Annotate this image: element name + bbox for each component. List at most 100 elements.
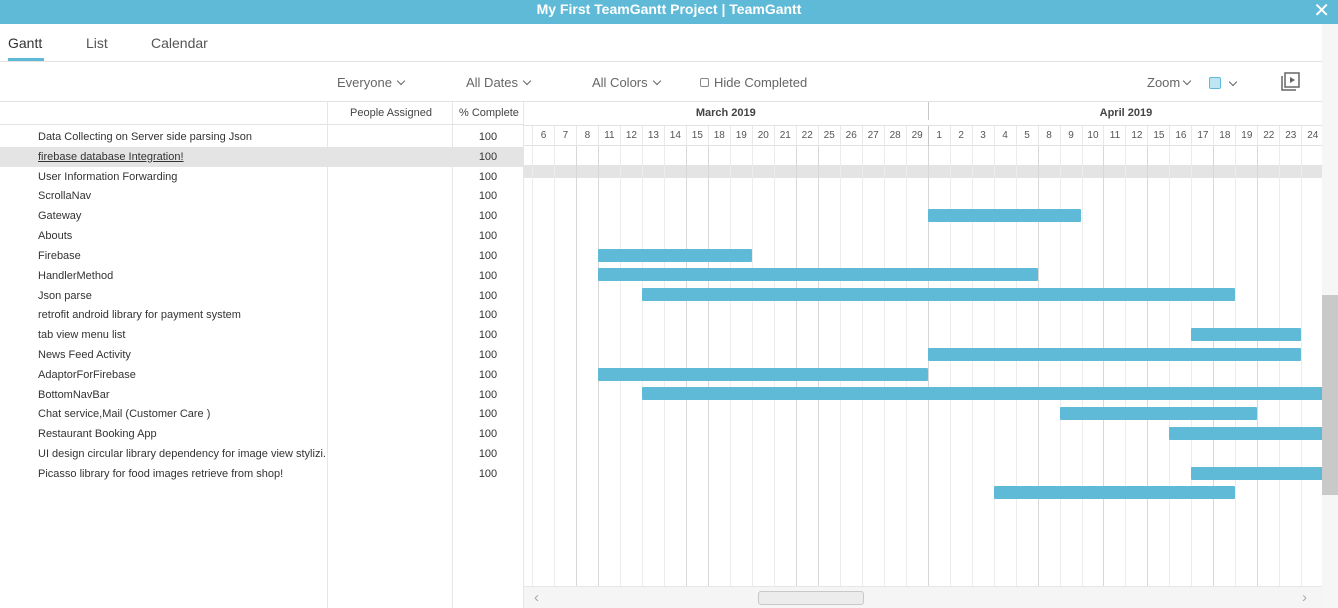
task-bar[interactable] (1191, 327, 1302, 341)
task-bar[interactable] (927, 208, 1082, 222)
task-bar[interactable] (993, 486, 1236, 500)
task-row[interactable]: News Feed Activity 100 (0, 345, 524, 365)
grid-line (729, 146, 731, 586)
people-filter[interactable]: Everyone (337, 75, 406, 90)
chevron-down-icon (522, 76, 532, 86)
tab-calendar[interactable]: Calendar (151, 35, 208, 51)
task-name[interactable]: Picasso library for food images retrieve… (38, 468, 326, 480)
day-label: 18 (707, 126, 730, 146)
task-bar[interactable] (1191, 466, 1322, 480)
task-row[interactable]: HandlerMethod 100 (0, 266, 524, 286)
color-dropdown[interactable] (1228, 76, 1238, 91)
task-bar[interactable] (1059, 407, 1258, 421)
grid-line (795, 146, 797, 586)
day-label: 23 (1279, 126, 1301, 146)
task-row[interactable]: tab view menu list 100 (0, 325, 524, 345)
task-row[interactable]: firebase database Integration! 100 (0, 146, 524, 167)
task-name[interactable]: ScrollaNav (38, 190, 326, 202)
day-label: 11 (597, 126, 620, 146)
horizontal-scrollbar[interactable]: ‹ › (524, 586, 1322, 608)
task-name[interactable]: Gateway (38, 210, 326, 222)
task-percent-complete: 100 (478, 210, 498, 223)
task-name[interactable]: Chat service,Mail (Customer Care ) (38, 408, 326, 420)
task-row[interactable]: retrofit android library for payment sys… (0, 305, 524, 325)
day-label: 15 (1147, 126, 1169, 146)
view-tabs: Gantt List Calendar (0, 24, 1322, 62)
task-row[interactable]: Gateway 100 (0, 206, 524, 226)
day-label: 7 (553, 126, 576, 146)
day-label: 3 (971, 126, 994, 146)
grid-line (1125, 146, 1127, 586)
filter-bar: Everyone All Dates All Colors Hide Compl… (0, 62, 1322, 102)
hide-completed-toggle[interactable]: Hide Completed (700, 75, 807, 90)
task-name[interactable]: retrofit android library for payment sys… (38, 309, 326, 321)
day-label: 29 (905, 126, 928, 146)
task-name[interactable]: Json parse (38, 290, 326, 302)
task-list-header: People Assigned % Complete (0, 102, 524, 125)
horizontal-scroll-thumb[interactable] (758, 591, 864, 605)
task-percent-complete: 100 (478, 388, 498, 401)
task-row[interactable]: Chat service,Mail (Customer Care ) 100 (0, 404, 524, 424)
grid-line (1169, 146, 1171, 586)
task-name[interactable]: User Information Forwarding (38, 171, 326, 183)
day-label: 8 (575, 126, 598, 146)
hide-completed-checkbox[interactable] (700, 78, 709, 87)
task-name[interactable]: tab view menu list (38, 329, 326, 341)
task-bar[interactable] (641, 288, 1236, 302)
month-label: March 2019 (695, 107, 756, 119)
tab-list[interactable]: List (86, 35, 108, 51)
task-name[interactable]: Firebase (38, 250, 326, 262)
task-name[interactable]: AdaptorForFirebase (38, 369, 326, 381)
task-row[interactable]: AdaptorForFirebase 100 (0, 365, 524, 385)
people-filter-label: Everyone (337, 75, 392, 90)
task-name[interactable]: firebase database Integration! (38, 151, 326, 163)
task-row[interactable]: Abouts 100 (0, 226, 524, 246)
task-name[interactable]: Restaurant Booking App (38, 428, 326, 440)
task-row[interactable]: Json parse 100 (0, 286, 524, 306)
grid-line (1147, 146, 1149, 586)
zoom-dropdown[interactable]: Zoom (1147, 75, 1192, 90)
task-row[interactable]: User Information Forwarding 100 (0, 167, 524, 187)
day-label: 18 (1213, 126, 1235, 146)
day-label: 6 (532, 126, 554, 146)
task-name[interactable]: BottomNavBar (38, 389, 326, 401)
task-row[interactable]: BottomNavBar 100 (0, 385, 524, 405)
day-label: 8 (1037, 126, 1060, 146)
task-bar[interactable] (927, 347, 1302, 361)
task-row[interactable]: Firebase 100 (0, 246, 524, 266)
task-row[interactable]: Picasso library for food images retrieve… (0, 464, 524, 484)
vertical-scroll-thumb[interactable] (1322, 295, 1338, 495)
scroll-right-icon[interactable]: › (1302, 590, 1307, 605)
task-bar[interactable] (597, 367, 928, 381)
task-row[interactable]: Data Collecting on Server side parsing J… (0, 127, 524, 147)
task-bar[interactable] (1169, 426, 1322, 440)
task-bar[interactable] (597, 268, 1038, 282)
grid-line (707, 146, 709, 586)
task-name[interactable]: HandlerMethod (38, 270, 326, 282)
task-percent-complete: 100 (478, 349, 498, 362)
window-title: My First TeamGantt Project | TeamGantt (536, 1, 802, 17)
grid-line (553, 146, 555, 586)
task-row[interactable]: UI design circular library dependency fo… (0, 444, 524, 464)
task-name[interactable]: Data Collecting on Server side parsing J… (38, 131, 326, 143)
tab-gantt[interactable]: Gantt (8, 35, 42, 51)
dates-filter[interactable]: All Dates (466, 75, 532, 90)
grid-line (1191, 146, 1193, 586)
task-bar[interactable] (641, 387, 1322, 401)
task-row[interactable]: ScrollaNav 100 (0, 186, 524, 206)
task-name[interactable]: News Feed Activity (38, 349, 326, 361)
people-assigned-header: People Assigned (350, 107, 432, 119)
color-swatch[interactable] (1209, 77, 1221, 89)
task-name[interactable]: Abouts (38, 230, 326, 242)
task-name[interactable]: UI design circular library dependency fo… (38, 448, 326, 460)
task-row[interactable]: Restaurant Booking App 100 (0, 424, 524, 444)
day-label: 4 (993, 126, 1016, 146)
percent-complete-header: % Complete (459, 107, 519, 119)
task-bar[interactable] (597, 248, 752, 262)
scroll-left-icon[interactable]: ‹ (534, 590, 539, 605)
day-label: 2 (949, 126, 972, 146)
colors-filter[interactable]: All Colors (592, 75, 661, 90)
close-icon[interactable]: ✕ (1313, 1, 1330, 21)
task-percent-complete: 100 (478, 309, 498, 322)
play-icon[interactable] (1281, 72, 1300, 91)
